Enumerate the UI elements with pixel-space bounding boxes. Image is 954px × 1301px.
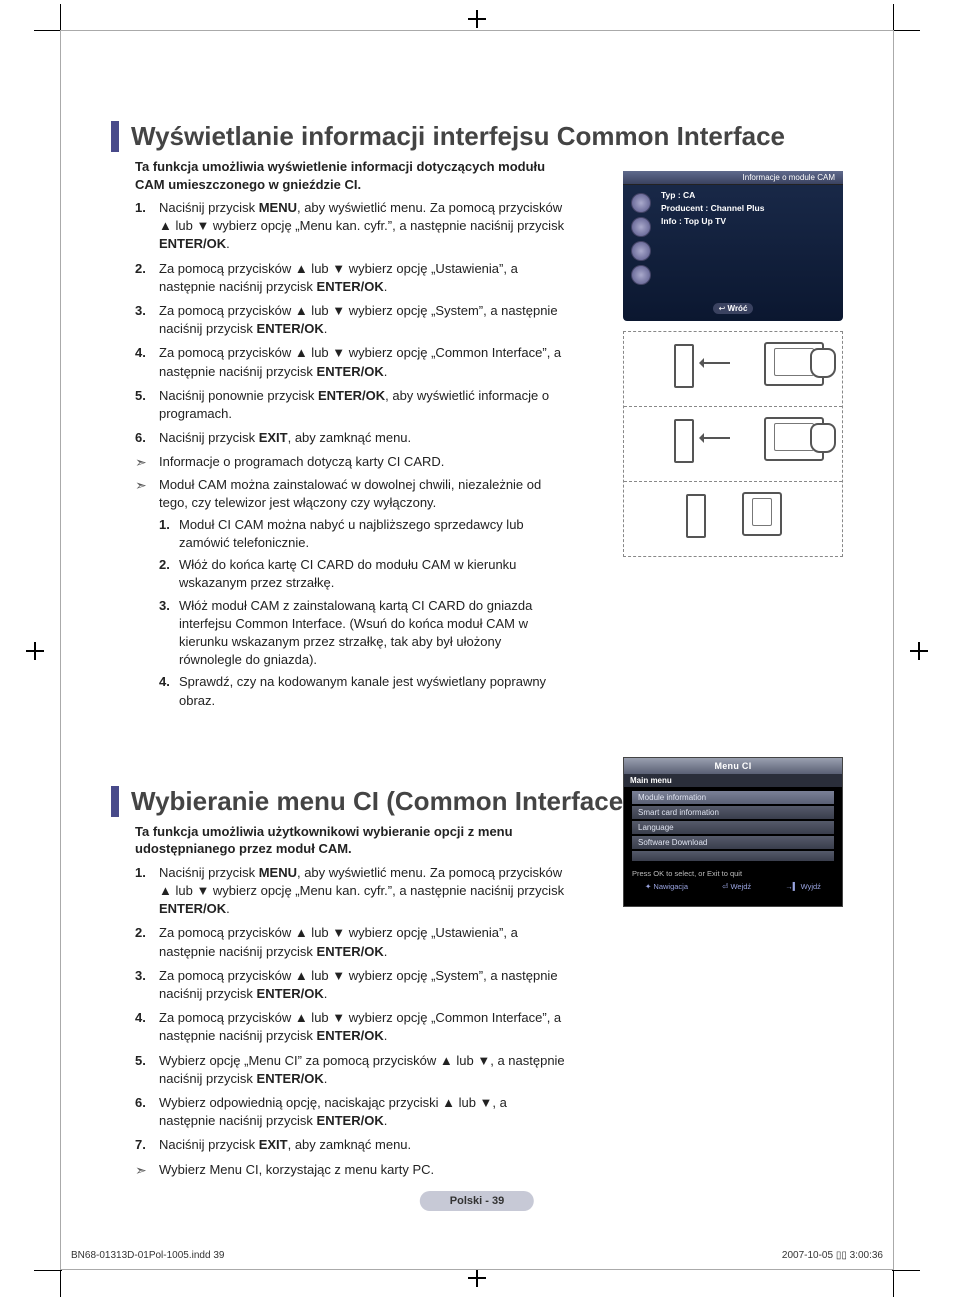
ci-card-icon <box>674 344 694 388</box>
crop-mark <box>60 1269 61 1297</box>
crop-mark <box>893 1269 894 1297</box>
osd2-main-menu: Main menu <box>624 774 842 787</box>
osd2-title: Menu CI <box>624 758 842 774</box>
osd-line-type: Typ : CA <box>661 189 764 202</box>
nav-icon: ✦ <box>645 882 651 891</box>
osd2-hint: Press OK to select, or Exit to quit <box>624 865 842 880</box>
osd2-items: Module information Smart card informatio… <box>624 787 842 865</box>
osd-line-info: Info : Top Up TV <box>661 215 764 228</box>
registration-mark-icon <box>26 642 44 660</box>
step-text: Za pomocą przycisków ▲ lub ▼ wybierz opc… <box>159 925 518 958</box>
substep-text: Sprawdź, czy na kodowanym kanale jest wy… <box>179 674 546 707</box>
section1-lead: Ta funkcja umożliwia wyświetlenie inform… <box>135 158 565 193</box>
print-timestamp: 2007-10-05 ▯▯ 3:00:36 <box>782 1250 883 1261</box>
page: Wyświetlanie informacji interfejsu Commo… <box>60 30 894 1270</box>
step-text: Naciśnij przycisk EXIT, aby zamknąć menu… <box>159 430 411 445</box>
hand-icon <box>810 348 836 378</box>
step-text: Naciśnij przycisk EXIT, aby zamknąć menu… <box>159 1137 411 1152</box>
step-text: Wybierz odpowiednią opcję, naciskając pr… <box>159 1095 507 1128</box>
osd2-nav-label: Nawigacja <box>653 882 688 891</box>
osd2-item: Smart card information <box>632 806 834 819</box>
step-text: Za pomocą przycisków ▲ lub ▼ wybierz opc… <box>159 345 561 378</box>
osd-header: Informacje o module CAM <box>623 171 843 185</box>
osd2-item <box>632 851 834 861</box>
hand-icon <box>810 423 836 453</box>
osd-line-producer: Producent : Channel Plus <box>661 202 764 215</box>
arrow-left-icon <box>700 437 730 439</box>
osd2-enter-label: Wejdź <box>730 882 751 891</box>
step-text: Wybierz opcję „Menu CI” za pomocą przyci… <box>159 1053 565 1086</box>
substep-text: Włóż moduł CAM z zainstalowaną kartą CI … <box>179 598 532 668</box>
osd2-item: Language <box>632 821 834 834</box>
registration-mark-icon <box>468 1269 486 1287</box>
osd2-footer: ✦ Nawigacja ⏎ Wejdź →▍ Wyjdź <box>624 880 842 893</box>
osd2-item: Software Download <box>632 836 834 849</box>
osd-nav-icon <box>631 217 651 237</box>
print-footer: BN68-01313D-01Pol-1005.indd 39 2007-10-0… <box>61 1250 893 1261</box>
step-text: Za pomocą przycisków ▲ lub ▼ wybierz opc… <box>159 261 518 294</box>
back-arrow-icon: ↩ <box>719 304 726 313</box>
crop-mark <box>34 1270 62 1271</box>
diagram-row <box>624 332 842 407</box>
step-text: Naciśnij przycisk MENU, aby wyświetlić m… <box>159 865 564 916</box>
arrow-left-icon <box>700 362 730 364</box>
diagram-row <box>624 407 842 482</box>
osd-back-label: Wróć <box>728 304 748 313</box>
step-text: Naciśnij ponownie przycisk ENTER/OK, aby… <box>159 388 549 421</box>
diagram-row <box>624 482 842 556</box>
install-diagrams <box>623 331 843 557</box>
section1-title: Wyświetlanie informacji interfejsu Commo… <box>111 121 843 152</box>
section1-steps: 1.Naciśnij przycisk MENU, aby wyświetlić… <box>135 199 565 447</box>
osd-footer: ↩ Wróć <box>623 304 843 313</box>
enter-icon: ⏎ <box>722 882 728 891</box>
exit-icon: →▍ <box>785 882 798 891</box>
substep-text: Moduł CI CAM można nabyć u najbliższego … <box>179 517 524 550</box>
ci-card-icon <box>674 419 694 463</box>
section1-substeps: 1.Moduł CI CAM można nabyć u najbliższeg… <box>159 516 565 710</box>
osd-cam-info: Informacje o module CAM Typ : CA Produce… <box>623 171 843 321</box>
registration-mark-icon <box>910 642 928 660</box>
section2-steps: 1.Naciśnij przycisk MENU, aby wyświetlić… <box>135 864 565 1155</box>
crop-mark <box>34 30 62 31</box>
ci-card-icon <box>686 494 706 538</box>
crop-mark <box>892 1270 920 1271</box>
crop-mark <box>892 30 920 31</box>
crop-mark <box>60 4 61 32</box>
osd-nav-icon <box>631 265 651 285</box>
step-text: Za pomocą przycisków ▲ lub ▼ wybierz opc… <box>159 303 558 336</box>
substep-text: Włóż do końca kartę CI CARD do modułu CA… <box>179 557 516 590</box>
crop-mark <box>893 4 894 32</box>
page-number-pill: Polski - 39 <box>420 1191 534 1211</box>
note-text: Moduł CAM można zainstalować w dowolnej … <box>159 477 541 510</box>
step-text: Naciśnij przycisk MENU, aby wyświetlić m… <box>159 200 564 251</box>
osd-nav-icon <box>631 193 651 213</box>
tv-slot-icon <box>742 492 782 536</box>
osd2-exit-label: Wyjdź <box>801 882 821 891</box>
osd2-item: Module information <box>632 791 834 804</box>
osd-ci-menu: Menu CI Main menu Module information Sma… <box>623 757 843 907</box>
section2-lead: Ta funkcja umożliwia użytkownikowi wybie… <box>135 823 565 858</box>
osd-sidebar-icons <box>627 189 655 289</box>
section2-note: Wybierz Menu CI, korzystając z menu kart… <box>135 1161 825 1179</box>
section1-note2: Moduł CAM można zainstalować w dowolnej … <box>135 476 565 710</box>
step-text: Za pomocą przycisków ▲ lub ▼ wybierz opc… <box>159 968 558 1001</box>
osd-nav-icon <box>631 241 651 261</box>
step-text: Za pomocą przycisków ▲ lub ▼ wybierz opc… <box>159 1010 561 1043</box>
registration-mark-icon <box>468 10 486 28</box>
osd-content: Typ : CA Producent : Channel Plus Info :… <box>661 189 764 227</box>
print-file-name: BN68-01313D-01Pol-1005.indd 39 <box>71 1250 224 1261</box>
section1-note1: Informacje o programach dotyczą karty CI… <box>135 453 565 471</box>
